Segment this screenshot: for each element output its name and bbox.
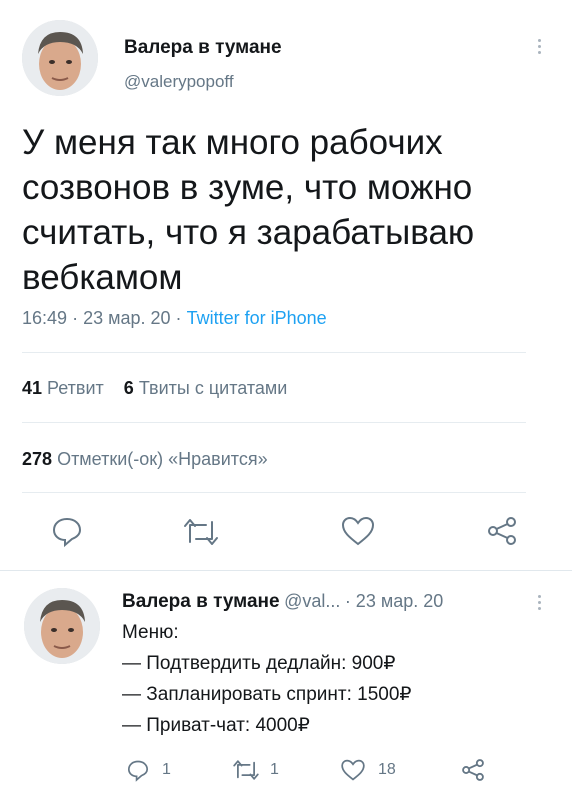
share-icon[interactable]	[485, 514, 519, 548]
tweet-time: 16:49	[22, 308, 68, 328]
reply-text-line: — Приват-чат: 4000₽	[122, 715, 310, 736]
meta-separator: ·	[175, 308, 182, 328]
quotes-label: Твиты с цитатами	[138, 378, 288, 398]
like-count: 18	[378, 761, 396, 778]
reply-like-button[interactable]: 18	[340, 758, 396, 782]
reply-more-options-icon[interactable]	[538, 592, 541, 613]
like-icon[interactable]	[340, 515, 376, 547]
meta-separator: ·	[72, 308, 79, 328]
divider	[0, 570, 572, 571]
retweets-link[interactable]: 41 Ретвит	[22, 378, 104, 398]
more-options-icon[interactable]	[538, 36, 541, 57]
quotes-link[interactable]: 6 Твиты с цитатами	[124, 378, 288, 398]
tweet-text-line: считать, что я зарабатываю	[22, 213, 475, 252]
tweet-text-line: У меня так много рабочих	[22, 123, 443, 162]
reply-author-name[interactable]: Валера в тумане	[122, 591, 280, 612]
tweet-meta: 16:49 · 23 мар. 20 · Twitter for iPhone	[22, 308, 327, 329]
author-handle[interactable]: @valerypopoff	[124, 72, 234, 92]
retweet-icon	[232, 758, 260, 782]
reply-text-line: — Запланировать спринт: 1500₽	[122, 684, 412, 705]
reply-text-line: — Подтвердить дедлайн: 900₽	[122, 653, 396, 674]
reply-header: Валера в тумане @val... · 23 мар. 20	[122, 591, 443, 613]
likes-label: Отметки(-ок) «Нравится»	[57, 449, 268, 469]
reply-text-line: Меню:	[122, 622, 179, 643]
reply-reply-button[interactable]: 1	[126, 758, 171, 782]
tweet-source-link[interactable]: Twitter for iPhone	[187, 308, 327, 328]
share-icon[interactable]	[460, 757, 486, 783]
retweet-stats: 41 Ретвит 6 Твиты с цитатами	[22, 378, 287, 399]
tweet-date: 23 мар. 20	[83, 308, 171, 328]
reply-author-handle[interactable]: @val...	[284, 591, 340, 611]
author-avatar[interactable]	[22, 20, 98, 96]
like-icon	[340, 758, 366, 782]
tweet-text: У меня так много рабочих созвонов в зуме…	[22, 120, 552, 300]
tweet-text-line: вебкамом	[22, 258, 183, 297]
retweet-count: 1	[270, 761, 279, 778]
divider	[22, 352, 526, 353]
reply-count: 1	[162, 761, 171, 778]
author-name[interactable]: Валера в тумане	[124, 37, 282, 59]
reply-retweet-button[interactable]: 1	[232, 758, 279, 782]
tweet-text-line: созвонов в зуме, что можно	[22, 168, 473, 207]
divider	[22, 492, 526, 493]
likes-link[interactable]: 278 Отметки(-ок) «Нравится»	[22, 449, 268, 470]
retweets-count: 41	[22, 378, 43, 398]
divider	[22, 422, 526, 423]
retweet-icon[interactable]	[182, 516, 220, 548]
quotes-count: 6	[123, 378, 134, 398]
reply-icon	[126, 758, 150, 782]
reply-text: Меню: — Подтвердить дедлайн: 900₽ — Запл…	[122, 617, 552, 741]
retweets-label: Ретвит	[47, 378, 104, 398]
reply-icon[interactable]	[50, 514, 84, 548]
reply-author-avatar[interactable]	[24, 588, 100, 664]
likes-count: 278	[22, 449, 53, 469]
reply-date: · 23 мар. 20	[344, 591, 444, 611]
